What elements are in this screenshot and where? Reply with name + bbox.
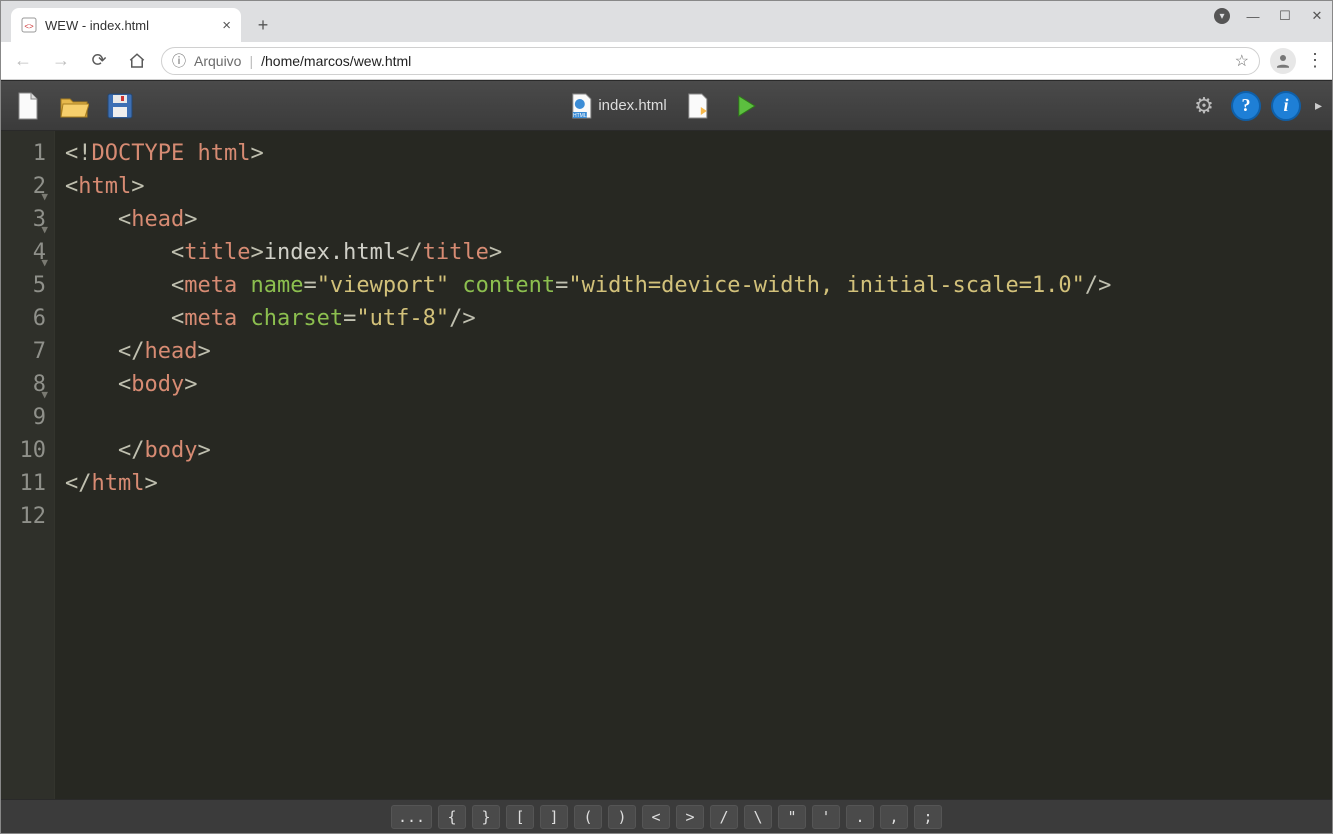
- save-file-button[interactable]: [103, 89, 137, 123]
- line-number: 11: [1, 467, 46, 500]
- window-maximize-button[interactable]: ☐: [1276, 7, 1294, 25]
- symbol-key[interactable]: >: [676, 805, 704, 829]
- symbol-key[interactable]: ,: [880, 805, 908, 829]
- code-line[interactable]: [65, 401, 1332, 434]
- line-number: 5: [1, 269, 46, 302]
- profile-avatar-icon[interactable]: [1270, 48, 1296, 74]
- tab-strip: <> WEW - index.html × + ▾ — ☐ ✕: [1, 1, 1332, 42]
- window-controls: ▾ — ☐ ✕: [1214, 7, 1326, 25]
- code-line[interactable]: <html>: [65, 170, 1332, 203]
- symbol-key[interactable]: ': [812, 805, 840, 829]
- symbol-key[interactable]: \: [744, 805, 772, 829]
- help-button[interactable]: ?: [1231, 91, 1261, 121]
- active-file-tab[interactable]: HTML index.html: [570, 93, 666, 119]
- code-line[interactable]: [65, 500, 1332, 533]
- bookmark-star-icon[interactable]: ☆: [1235, 51, 1249, 71]
- line-number: 1: [1, 137, 46, 170]
- browser-window: <> WEW - index.html × + ▾ — ☐ ✕ ← → ⟳ ⓘ …: [0, 0, 1333, 834]
- open-file-button[interactable]: [57, 89, 91, 123]
- tab-close-icon[interactable]: ×: [222, 17, 231, 34]
- new-file-button[interactable]: [11, 89, 45, 123]
- line-number: 9: [1, 401, 46, 434]
- new-tab-button[interactable]: +: [249, 11, 277, 39]
- line-number: 6: [1, 302, 46, 335]
- url-path: /home/marcos/wew.html: [261, 53, 411, 69]
- symbol-bar: ...{}[]()<>/\"'.,;: [1, 799, 1332, 833]
- symbol-key[interactable]: <: [642, 805, 670, 829]
- window-minimize-button[interactable]: —: [1244, 7, 1262, 25]
- gear-icon: ⚙: [1194, 93, 1214, 119]
- code-area[interactable]: <!DOCTYPE html><html> <head> <title>inde…: [55, 131, 1332, 799]
- symbol-key[interactable]: ]: [540, 805, 568, 829]
- html-file-icon: HTML: [570, 93, 592, 119]
- line-number: 8▼: [1, 368, 46, 401]
- line-number: 12: [1, 500, 46, 533]
- url-separator: |: [249, 53, 253, 69]
- editor-toolbar: HTML index.html ⚙ ? i ▸: [1, 81, 1332, 131]
- url-bar: ← → ⟳ ⓘ Arquivo | /home/marcos/wew.html …: [1, 42, 1332, 80]
- line-number: 7: [1, 335, 46, 368]
- browser-menu-button[interactable]: ⋮: [1306, 50, 1324, 71]
- line-number-gutter: 12▼3▼4▼5678▼9101112: [1, 131, 55, 799]
- symbol-key[interactable]: ...: [391, 805, 432, 829]
- code-line[interactable]: <!DOCTYPE html>: [65, 137, 1332, 170]
- editor-app: HTML index.html ⚙ ? i ▸ 12▼3▼4▼5678▼9101…: [1, 80, 1332, 833]
- code-line[interactable]: <meta name="viewport" content="width=dev…: [65, 269, 1332, 302]
- active-file-label: index.html: [598, 97, 666, 114]
- run-button[interactable]: [729, 89, 763, 123]
- code-line[interactable]: </head>: [65, 335, 1332, 368]
- about-button[interactable]: i: [1271, 91, 1301, 121]
- line-number: 3▼: [1, 203, 46, 236]
- toolbar-overflow-icon[interactable]: ▸: [1315, 97, 1322, 114]
- nav-back-button[interactable]: ←: [9, 47, 37, 75]
- code-editor[interactable]: 12▼3▼4▼5678▼9101112 <!DOCTYPE html><html…: [1, 131, 1332, 799]
- svg-text:<>: <>: [24, 22, 34, 31]
- symbol-key[interactable]: ;: [914, 805, 942, 829]
- code-line[interactable]: </body>: [65, 434, 1332, 467]
- nav-forward-button[interactable]: →: [47, 47, 75, 75]
- code-line[interactable]: <head>: [65, 203, 1332, 236]
- window-close-button[interactable]: ✕: [1308, 7, 1326, 25]
- symbol-key[interactable]: }: [472, 805, 500, 829]
- code-line[interactable]: </html>: [65, 467, 1332, 500]
- symbol-key[interactable]: /: [710, 805, 738, 829]
- settings-button[interactable]: ⚙: [1187, 89, 1221, 123]
- nav-home-button[interactable]: [123, 47, 151, 75]
- new-template-button[interactable]: [681, 89, 715, 123]
- symbol-key[interactable]: {: [438, 805, 466, 829]
- line-number: 4▼: [1, 236, 46, 269]
- symbol-key[interactable]: ): [608, 805, 636, 829]
- browser-tab-active[interactable]: <> WEW - index.html ×: [11, 8, 241, 42]
- toolbar-right: ⚙ ? i ▸: [1187, 89, 1322, 123]
- url-scheme-label: Arquivo: [194, 53, 241, 69]
- line-number: 2▼: [1, 170, 46, 203]
- symbol-key[interactable]: (: [574, 805, 602, 829]
- nav-reload-button[interactable]: ⟳: [85, 47, 113, 75]
- tab-title: WEW - index.html: [45, 18, 149, 33]
- code-line[interactable]: <meta charset="utf-8"/>: [65, 302, 1332, 335]
- svg-text:HTML: HTML: [573, 113, 587, 119]
- address-bar[interactable]: ⓘ Arquivo | /home/marcos/wew.html ☆: [161, 47, 1260, 75]
- symbol-key[interactable]: [: [506, 805, 534, 829]
- code-line[interactable]: <title>index.html</title>: [65, 236, 1332, 269]
- symbol-key[interactable]: ": [778, 805, 806, 829]
- favicon-icon: <>: [21, 17, 37, 33]
- account-chevron-icon[interactable]: ▾: [1214, 8, 1230, 24]
- site-info-icon[interactable]: ⓘ: [172, 51, 186, 71]
- symbol-key[interactable]: .: [846, 805, 874, 829]
- code-line[interactable]: <body>: [65, 368, 1332, 401]
- line-number: 10: [1, 434, 46, 467]
- toolbar-center: HTML index.html: [570, 89, 762, 123]
